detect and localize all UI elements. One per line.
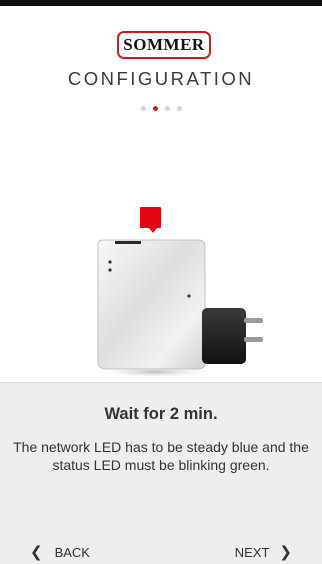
sommer-logo: SOMMER	[117, 31, 211, 59]
logo-text: SOMMER	[123, 35, 205, 54]
back-button[interactable]: ❮ BACK	[30, 543, 90, 561]
page-title: CONFIGURATION	[67, 68, 255, 89]
instruction-panel: Wait for 2 min. The network LED has to b…	[0, 382, 322, 564]
gateway-device-image	[93, 239, 263, 378]
back-label: BACK	[54, 544, 90, 560]
instruction-text: The network LED has to be steady blue an…	[13, 439, 309, 473]
top-edge	[0, 0, 322, 6]
device-illustration	[0, 185, 322, 385]
next-label: NEXT	[234, 544, 270, 560]
pager-dot-active	[152, 106, 158, 111]
pager-dot	[140, 106, 146, 111]
pager-dot	[176, 106, 182, 111]
chevron-left-icon: ❮	[30, 544, 43, 561]
pager-dot	[164, 106, 170, 111]
notification-bubble-icon	[140, 207, 161, 233]
chevron-right-icon: ❯	[279, 544, 292, 561]
next-button[interactable]: NEXT ❯	[235, 543, 292, 561]
instruction-title: Wait for 2 min.	[104, 405, 218, 423]
pager-dots	[0, 106, 322, 111]
